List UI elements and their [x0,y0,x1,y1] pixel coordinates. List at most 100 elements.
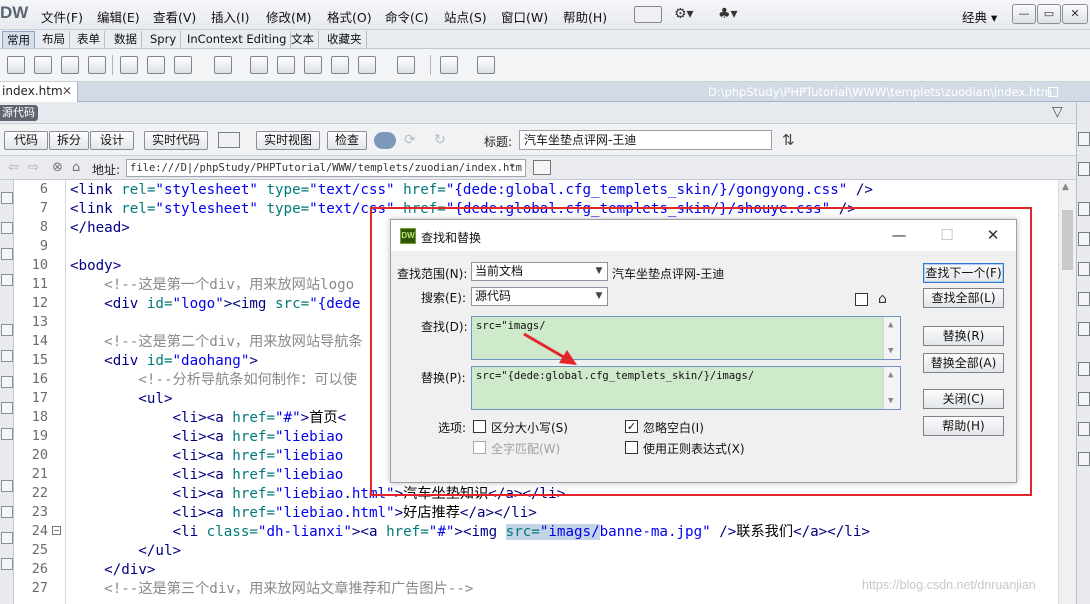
script-icon[interactable] [397,56,415,74]
home-icon[interactable]: ⌂ [72,160,80,175]
load-query-icon[interactable]: ⌂ [878,291,887,307]
fold-toggle-icon[interactable]: − [52,526,61,535]
whole-word-checkbox[interactable] [473,441,486,454]
tab-forms[interactable]: 表单 [73,31,105,48]
tab-spry[interactable]: Spry [146,31,182,48]
panel-icon-1[interactable] [1078,132,1090,146]
calendar-icon[interactable] [277,56,295,74]
view-options-icon[interactable] [533,160,551,175]
collapse-tag-icon[interactable] [1,222,13,234]
media-icon[interactable] [214,56,232,74]
tab-data[interactable]: 数据 [110,31,142,48]
menu-modify[interactable]: 修改(M) [266,7,312,26]
replace-all-button[interactable]: 替换全部(A) [923,353,1004,373]
panel-icon-4[interactable] [1078,232,1090,246]
server-include-icon[interactable] [304,56,322,74]
close-tab-icon[interactable]: ✕ [62,84,72,98]
vertical-scrollbar[interactable]: ▲ [1058,180,1076,604]
menu-file[interactable]: 文件(F) [41,7,83,26]
panel-icon-7[interactable] [1078,322,1090,336]
refresh-icon[interactable]: ⟳ [404,132,416,148]
panel-icon-9[interactable] [1078,392,1090,406]
templates-icon[interactable] [440,56,458,74]
expand-all-icon[interactable] [1,274,13,286]
site-icon[interactable]: ♣▾ [718,6,738,22]
design-view-button[interactable]: 设计 [90,131,134,150]
live-code-button[interactable]: 实时代码 [144,131,208,150]
replace-button[interactable]: 替换(R) [923,326,1004,346]
panel-icon-11[interactable] [1078,452,1090,466]
restore-icon[interactable] [1048,87,1058,97]
tab-incontext[interactable]: InContext Editing [183,31,292,48]
title-input[interactable]: 汽车坐垫点评网-王迪 [519,130,772,150]
menu-help[interactable]: 帮助(H) [563,7,607,26]
panel-icon-8[interactable] [1078,362,1090,376]
highlight-invalid-icon[interactable] [1,402,13,414]
file-management-icon[interactable]: ⇅ [782,131,795,149]
minimize-button[interactable]: — [1012,4,1036,24]
tab-text[interactable]: 文本 [287,31,319,48]
reload-icon[interactable]: ↻ [434,132,446,148]
find-scrollbar[interactable]: ▲ ▼ [883,317,900,359]
filter-icon[interactable]: ▽ [1052,105,1068,121]
menu-format[interactable]: 格式(O) [327,7,372,26]
tab-layout[interactable]: 布局 [38,31,70,48]
menu-view[interactable]: 查看(V) [153,7,196,26]
stop-icon[interactable]: ⊗ [52,160,63,175]
help-button[interactable]: 帮助(H) [923,416,1004,436]
layout-icon[interactable] [634,6,662,23]
panel-icon-5[interactable] [1078,262,1090,276]
insert-div-icon[interactable] [120,56,138,74]
ignore-whitespace-checkbox[interactable]: ✓ [625,420,638,433]
close-window-button[interactable]: ✕ [1062,4,1088,24]
recent-snippets-icon[interactable] [1,558,13,570]
replace-scrollbar[interactable]: ▲ ▼ [883,367,900,409]
search-select[interactable]: 源代码 ▼ [471,287,608,306]
find-next-button[interactable]: 查找下一个(F) [923,263,1004,283]
regex-checkbox[interactable] [625,441,638,454]
menu-site[interactable]: 站点(S) [444,7,487,26]
source-code-button[interactable]: 源代码 [0,105,38,121]
panel-icon-6[interactable] [1078,292,1090,306]
dialog-minimize-button[interactable]: — [888,225,910,245]
preview-globe-icon[interactable] [374,132,396,149]
split-view-button[interactable]: 拆分 [49,131,89,150]
collapse-selection-icon[interactable] [1,248,13,260]
date-icon[interactable] [250,56,268,74]
menu-window[interactable]: 窗口(W) [501,7,548,26]
line-numbers-icon[interactable] [1,376,13,388]
table-icon[interactable] [88,56,106,74]
back-icon[interactable]: ⇦ [8,160,19,175]
check-button[interactable]: 检查 [327,131,367,150]
open-documents-icon[interactable] [1,192,13,204]
dialog-close-button[interactable]: ✕ [982,225,1004,245]
tag-chooser-icon[interactable] [477,56,495,74]
balance-braces-icon[interactable] [1,350,13,362]
forward-icon[interactable]: ⇨ [28,160,39,175]
find-all-button[interactable]: 查找全部(L) [923,288,1004,308]
remove-comment-icon[interactable] [1,506,13,518]
email-link-icon[interactable] [34,56,52,74]
address-dropdown-icon[interactable]: ▾ [510,162,515,172]
apply-comment-icon[interactable] [1,480,13,492]
tab-favorites[interactable]: 收藏夹 [323,31,367,48]
layer-icon[interactable] [147,56,165,74]
panel-icon-10[interactable] [1078,422,1090,436]
anchor-icon[interactable] [61,56,79,74]
wrap-tag-icon[interactable] [1,532,13,544]
scope-select[interactable]: 当前文档 ▼ [471,262,608,281]
tab-common[interactable]: 常用 [2,31,35,48]
inspect-icon[interactable] [218,132,240,148]
menu-commands[interactable]: 命令(C) [385,7,428,26]
maximize-button[interactable]: ▭ [1037,4,1061,24]
live-view-button[interactable]: 实时视图 [256,131,320,150]
code-view-button[interactable]: 代码 [4,131,48,150]
panel-icon-3[interactable] [1078,202,1090,216]
replace-textarea[interactable]: src="{dede:global.cfg_templets_skin/}/im… [471,366,901,410]
panel-icon-2[interactable] [1078,162,1090,176]
address-input[interactable]: file:///D|/phpStudy/PHPTutorial/WWW/temp… [126,159,526,177]
match-case-checkbox[interactable] [473,420,486,433]
image-icon[interactable] [174,56,192,74]
menu-edit[interactable]: 编辑(E) [97,7,140,26]
close-button[interactable]: 关闭(C) [923,389,1004,409]
